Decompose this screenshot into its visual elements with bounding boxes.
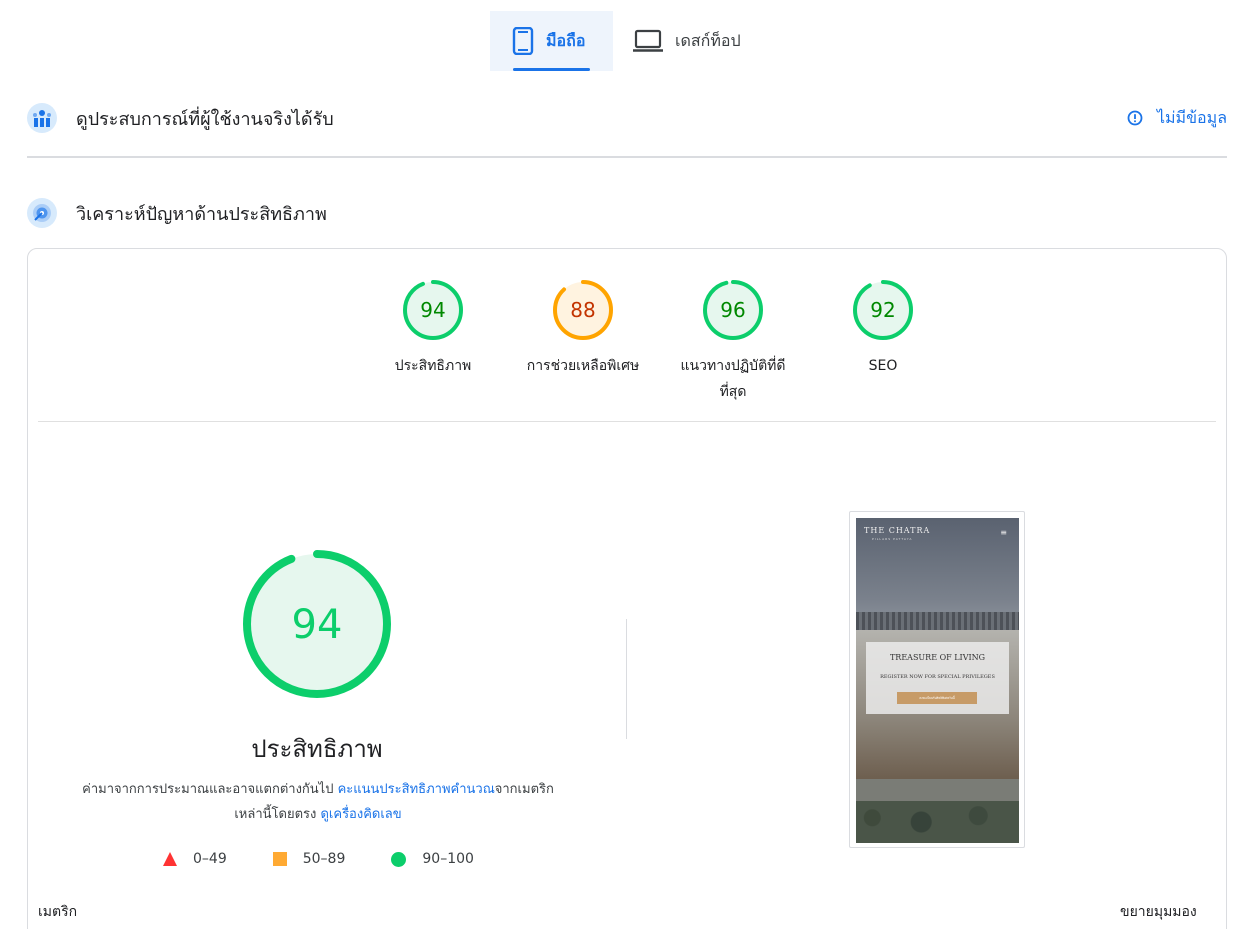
gauge-seo[interactable]: 92 SEO (808, 279, 958, 405)
screenshot-image: THE CHATRA PILLARS PATTAYA ≡ TREASURE OF… (856, 518, 1019, 843)
legend-pass: 90–100 (391, 851, 474, 867)
screenshot-brand: THE CHATRA (864, 526, 931, 535)
section-divider (27, 156, 1227, 158)
card-divider (38, 421, 1216, 422)
gauge-performance[interactable]: 94 ประสิทธิภาพ (358, 279, 508, 405)
gauge-ring: 96 (703, 280, 763, 340)
gauge-best-practices[interactable]: 96 แนวทางปฏิบัติที่ดีที่สุด (658, 279, 808, 405)
field-data-title: ดูประสบการณ์ที่ผู้ใช้งานจริงได้รับ (76, 108, 334, 130)
vertical-divider (626, 619, 627, 739)
field-data-section: ดูประสบการณ์ที่ผู้ใช้งานจริงได้รับ ไม่มี… (27, 103, 1227, 133)
desc-text: ค่ามาจากการประมาณและอาจแตกต่างกันไป (82, 782, 338, 797)
no-data-link[interactable]: ไม่มีข้อมูล (1127, 106, 1227, 131)
score-legend: 0–49 50–89 90–100 (163, 851, 520, 867)
gauge-ring: 92 (853, 280, 913, 340)
lighthouse-radar-icon (27, 198, 57, 228)
screenshot-headline: TREASURE OF LIVING (889, 653, 986, 662)
performance-title: ประสิทธิภาพ (251, 735, 383, 763)
gauge-label: ประสิทธิภาพ (394, 358, 472, 374)
gauge-label: SEO (868, 358, 898, 374)
screenshot-subheadline: REGISTER NOW FOR SPECIAL PRIVILEGES (880, 674, 995, 680)
legend-range: 50–89 (302, 851, 346, 867)
score-calculation-link[interactable]: คะแนนประสิทธิภาพคำนวณ (338, 782, 495, 797)
score-gauges: 94 ประสิทธิภาพ 88 การช่วยเหลือพิเศษ 96 แ… (358, 279, 958, 405)
performance-big-gauge: 94 (243, 550, 391, 698)
legend-average: 50–89 (272, 851, 346, 867)
legend-range: 0–49 (193, 851, 227, 867)
performance-description: ค่ามาจากการประมาณและอาจแตกต่างกันไป คะแน… (68, 777, 568, 827)
tab-desktop[interactable]: เดสก์ท็อป (613, 11, 763, 71)
circle-icon (391, 851, 407, 867)
info-icon (1127, 110, 1143, 126)
hamburger-icon: ≡ (1000, 528, 1007, 537)
field-data-icon (27, 103, 57, 133)
legend-range: 90–100 (422, 851, 474, 867)
triangle-icon (163, 852, 177, 866)
diagnose-section: วิเคราะห์ปัญหาด้านประสิทธิภาพ (27, 198, 1227, 228)
gauge-ring: 88 (553, 280, 613, 340)
smartphone-icon (512, 27, 534, 55)
gauge-accessibility[interactable]: 88 การช่วยเหลือพิเศษ (508, 279, 658, 405)
gauge-label: การช่วยเหลือพิเศษ (526, 358, 640, 374)
laptop-icon (633, 29, 663, 52)
screenshot-button: ลงทะเบียนรับสิทธิพิเศษวันนี้ (897, 692, 977, 704)
screenshot-hedge (856, 801, 1019, 843)
diagnose-title: วิเคราะห์ปัญหาด้านประสิทธิภาพ (76, 203, 327, 225)
tab-mobile-label: มือถือ (546, 30, 586, 50)
legend-fail: 0–49 (163, 851, 227, 867)
screenshot-ground (856, 779, 1019, 801)
gauge-value: 88 (570, 298, 595, 322)
tab-mobile[interactable]: มือถือ (490, 11, 613, 71)
metrics-heading: เมตริก (38, 904, 78, 920)
gauge-label: แนวทางปฏิบัติที่ดีที่สุด (680, 358, 786, 400)
report-card: 94 ประสิทธิภาพ 88 การช่วยเหลือพิเศษ 96 แ… (27, 248, 1227, 929)
square-icon (272, 852, 287, 866)
page-screenshot[interactable]: THE CHATRA PILLARS PATTAYA ≡ TREASURE OF… (849, 511, 1025, 848)
no-data-label: ไม่มีข้อมูล (1156, 107, 1227, 127)
calculator-link[interactable]: ดูเครื่องคิดเลข (320, 807, 401, 822)
screenshot-brand-sub: PILLARS PATTAYA (872, 537, 913, 541)
big-gauge-value: 94 (292, 602, 343, 648)
device-tabs: มือถือ เดสก์ท็อป (490, 11, 763, 71)
gauge-value: 96 (720, 298, 745, 322)
gauge-value: 92 (870, 298, 895, 322)
gauge-value: 94 (420, 298, 445, 322)
gauge-ring: 94 (403, 280, 463, 340)
expand-view-toggle[interactable]: ขยายมุมมอง (1120, 901, 1197, 923)
screenshot-roof (856, 612, 1019, 630)
tab-desktop-label: เดสก์ท็อป (675, 30, 741, 50)
